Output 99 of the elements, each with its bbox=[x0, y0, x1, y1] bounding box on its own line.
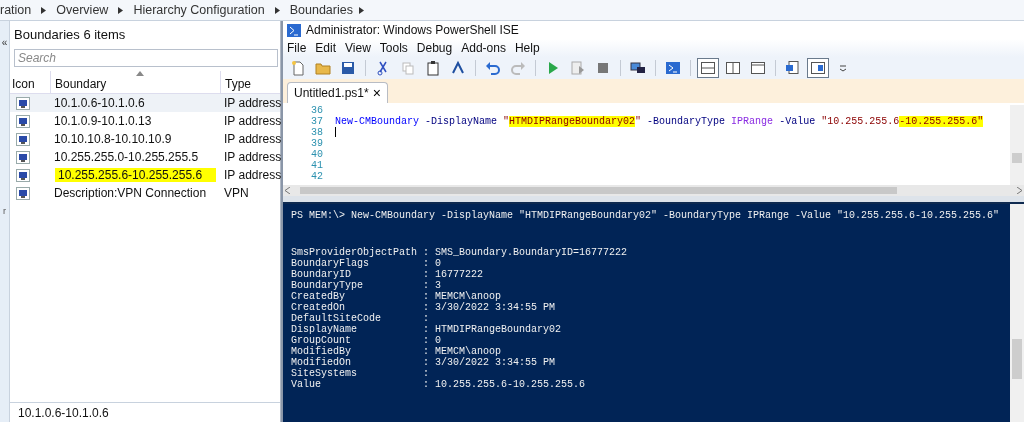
boundary-icon bbox=[16, 150, 30, 164]
console-output-line: SiteSystems : bbox=[291, 368, 431, 379]
table-cell-text: IP address bbox=[223, 96, 282, 110]
menu-item[interactable]: Tools bbox=[379, 41, 408, 55]
console-output-line: BoundaryType : 3 bbox=[291, 280, 442, 291]
table-cell-text: 10.10.10.8-10.10.10.9 bbox=[53, 132, 173, 146]
redo-icon bbox=[510, 60, 526, 76]
boundary-icon bbox=[16, 186, 30, 200]
table-cell-text: 10.1.0.9-10.1.0.13 bbox=[53, 114, 153, 128]
table-cell-text: IP address bbox=[223, 132, 282, 146]
line-number: 37 bbox=[310, 116, 323, 127]
remote-computer-icon bbox=[630, 60, 646, 76]
breadcrumb-item[interactable]: ration bbox=[0, 3, 32, 17]
breadcrumb-item[interactable]: Boundaries bbox=[289, 3, 353, 17]
breadcrumb-item[interactable]: Overview bbox=[56, 3, 109, 17]
console-output-line: BoundaryID : 16777222 bbox=[291, 269, 485, 280]
stop-icon bbox=[595, 60, 611, 76]
script-pane-icon bbox=[785, 60, 801, 76]
column-header[interactable]: Type bbox=[220, 71, 280, 93]
table-row[interactable]: 10.1.0.9-10.1.0.13 IP address bbox=[10, 112, 280, 130]
boundary-icon bbox=[16, 168, 30, 182]
sort-arrow-icon bbox=[135, 71, 144, 76]
scrollbar[interactable] bbox=[1010, 105, 1024, 185]
menu-item[interactable]: Add-ons bbox=[461, 41, 506, 55]
column-header[interactable]: Icon bbox=[10, 71, 50, 93]
nav-label: r bbox=[3, 206, 6, 216]
console-output-line: CreatedBy : MEMCM\anoop bbox=[291, 291, 503, 302]
line-number: 42 bbox=[310, 171, 323, 182]
line-number: 41 bbox=[310, 160, 323, 171]
menu-item[interactable]: View bbox=[345, 41, 371, 55]
menu-item[interactable]: Debug bbox=[416, 41, 453, 55]
breadcrumb-item[interactable]: Hierarchy Configuration bbox=[133, 3, 265, 17]
table-row[interactable]: 10.255.255.0-10.255.255.5 IP address bbox=[10, 148, 280, 166]
boundary-icon bbox=[16, 132, 30, 146]
boundary-icon bbox=[16, 96, 30, 110]
search-field[interactable]: Search bbox=[14, 49, 278, 67]
folder-icon bbox=[315, 60, 331, 76]
text-cursor bbox=[335, 127, 336, 137]
powershell-icon bbox=[665, 60, 681, 76]
pane-top-icon bbox=[700, 60, 716, 76]
collapse-button[interactable]: « bbox=[1, 37, 8, 48]
table-cell-text: VPN bbox=[223, 186, 250, 200]
chevron-icon bbox=[41, 6, 47, 14]
scrollbar[interactable] bbox=[283, 185, 1024, 196]
line-number: 40 bbox=[310, 149, 323, 160]
panel-title: Boundaries 6 items bbox=[13, 25, 127, 44]
table-row[interactable]: 10.10.10.8-10.10.10.9 IP address bbox=[10, 130, 280, 148]
menu-item[interactable]: Edit bbox=[315, 41, 337, 55]
toolbar-button[interactable] bbox=[697, 58, 719, 78]
table-cell-text: 10.1.0.6-10.1.0.6 bbox=[53, 96, 146, 110]
menu-item[interactable]: Help bbox=[514, 41, 540, 55]
copy-icon bbox=[400, 60, 416, 76]
console-output-line: SmsProviderObjectPath : SMS_Boundary.BoundaryID=16777222 bbox=[291, 247, 629, 258]
pane-splitter[interactable] bbox=[283, 196, 1024, 204]
table-cell-text: Description:VPN Connection bbox=[53, 186, 208, 200]
console-output-line: BoundaryFlags : 0 bbox=[291, 258, 443, 269]
line-number: 38 bbox=[310, 127, 323, 138]
overflow-icon bbox=[839, 64, 847, 72]
scrollbar[interactable] bbox=[1010, 204, 1024, 422]
column-header[interactable]: Boundary bbox=[50, 71, 220, 93]
console-output-line: ModifiedBy : MEMCM\anoop bbox=[291, 346, 503, 357]
console-output-line: CreatedOn : 3/30/2022 3:34:55 PM bbox=[291, 302, 557, 313]
toolbar-button[interactable] bbox=[807, 58, 829, 78]
powershell-icon bbox=[287, 23, 301, 37]
table-cell-text: IP address bbox=[223, 168, 282, 182]
table-row[interactable]: 10.255.255.6-10.255.255.6 IP address bbox=[10, 166, 280, 184]
table-row[interactable]: 10.1.0.6-10.1.0.6 IP address bbox=[10, 94, 280, 112]
pane-maximize-icon bbox=[750, 60, 766, 76]
addon-pane-icon bbox=[810, 60, 826, 76]
table-row[interactable]: Description:VPN Connection VPN bbox=[10, 184, 280, 202]
line-number: 36 bbox=[310, 105, 323, 116]
document-play-icon bbox=[570, 60, 586, 76]
console-output-line: DefaultSiteCode : bbox=[291, 313, 431, 324]
save-icon bbox=[340, 60, 356, 76]
code-line: New-CMBoundary -DisplayName "HTMDIPRangeBoundary02" -BoundaryType IPRange -Value "10.255.255.6-10.255.255.6" bbox=[335, 116, 984, 127]
chevron-icon bbox=[118, 6, 124, 14]
boundary-icon bbox=[16, 114, 30, 128]
table-cell: 10.255.255.6-10.255.255.6 bbox=[55, 168, 217, 182]
new-file-icon bbox=[290, 60, 306, 76]
window-title: Administrator: Windows PowerShell ISE bbox=[306, 23, 519, 37]
console-output-line: ModifiedOn : 3/30/2022 3:34:55 PM bbox=[291, 357, 557, 368]
clipboard-icon bbox=[425, 60, 441, 76]
chevron-icon bbox=[274, 6, 280, 14]
table-cell-text: 10.255.255.0-10.255.255.5 bbox=[53, 150, 200, 164]
undo-icon bbox=[485, 60, 501, 76]
table-cell-text: IP address bbox=[223, 114, 282, 128]
console-output-line: DisplayName : HTMDIPRangeBoundary02 bbox=[291, 324, 563, 335]
tab-label[interactable]: Untitled1.ps1* bbox=[294, 86, 369, 100]
chevron-icon bbox=[358, 6, 364, 14]
console-output-line: Value : 10.255.255.6-10.255.255.6 bbox=[291, 379, 587, 390]
line-number: 39 bbox=[310, 138, 323, 149]
console-output-line: GroupCount : 0 bbox=[291, 335, 442, 346]
menu-item[interactable]: File bbox=[287, 41, 307, 55]
pane-right-icon bbox=[725, 60, 741, 76]
tab[interactable]: Untitled1.ps1* × bbox=[287, 82, 388, 103]
details-text: 10.1.0.6-10.1.0.6 bbox=[10, 402, 280, 422]
table-cell-text: IP address bbox=[223, 150, 282, 164]
console-command: PS MEM:\> New-CMBoundary -DisplayName "HTMDIPRangeBoundary02" -BoundaryType IPRange -Value "10.255.255.6-10.255.255.6" bbox=[291, 210, 1001, 221]
close-button[interactable]: × bbox=[372, 86, 381, 100]
